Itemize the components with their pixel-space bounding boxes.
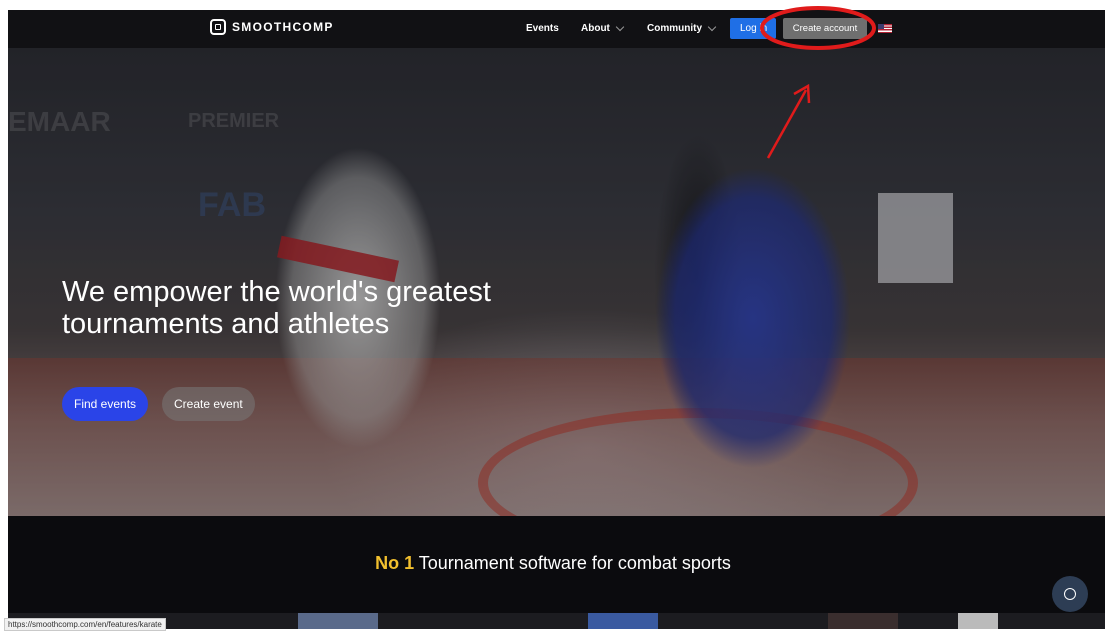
hero-title: We empower the world's greatest tourname… <box>62 276 491 340</box>
nav-events-label: Events <box>526 23 559 34</box>
create-account-button[interactable]: Create account <box>783 18 867 39</box>
tagline-text: Tournament software for combat sports <box>414 553 731 573</box>
chevron-down-icon <box>615 22 625 32</box>
top-navigation-bar: SMOOTHCOMP Events About Community Log in… <box>8 10 1105 48</box>
us-flag-icon[interactable] <box>878 24 892 33</box>
browser-viewport: SMOOTHCOMP Events About Community Log in… <box>8 10 1105 629</box>
find-events-label: Find events <box>74 397 137 411</box>
strip-thumbnail <box>958 613 998 629</box>
nav-events-link[interactable]: Events <box>526 23 559 34</box>
create-account-label: Create account <box>792 23 858 34</box>
find-events-button[interactable]: Find events <box>62 387 149 421</box>
logo-text: SMOOTHCOMP <box>232 20 334 34</box>
chat-bubble-icon <box>1064 588 1076 600</box>
login-button-label: Log in <box>740 23 768 34</box>
strip-thumbnail <box>298 613 378 629</box>
strip-thumbnail <box>588 613 658 629</box>
nav-community-label: Community <box>647 23 702 34</box>
nav-about-label: About <box>581 23 610 34</box>
smoothcomp-logo-icon <box>210 19 226 35</box>
create-event-label: Create event <box>174 397 243 411</box>
chevron-down-icon <box>707 22 717 32</box>
tagline: No 1 Tournament software for combat spor… <box>0 553 1106 574</box>
nav-community-link[interactable]: Community <box>647 22 717 34</box>
smoothcomp-logo[interactable]: SMOOTHCOMP <box>210 19 334 35</box>
image-strip <box>8 613 1105 629</box>
strip-thumbnail <box>828 613 898 629</box>
login-button[interactable]: Log in <box>730 18 776 39</box>
status-bar-url: https://smoothcomp.com/en/features/karat… <box>4 618 166 631</box>
create-event-button[interactable]: Create event <box>162 387 255 421</box>
hero-section: EMAAR PREMIER FAB We empower the world's… <box>8 48 1105 516</box>
tagline-highlight: No 1 <box>375 553 415 573</box>
nav-about-link[interactable]: About <box>581 22 625 34</box>
chat-button[interactable] <box>1052 576 1088 612</box>
